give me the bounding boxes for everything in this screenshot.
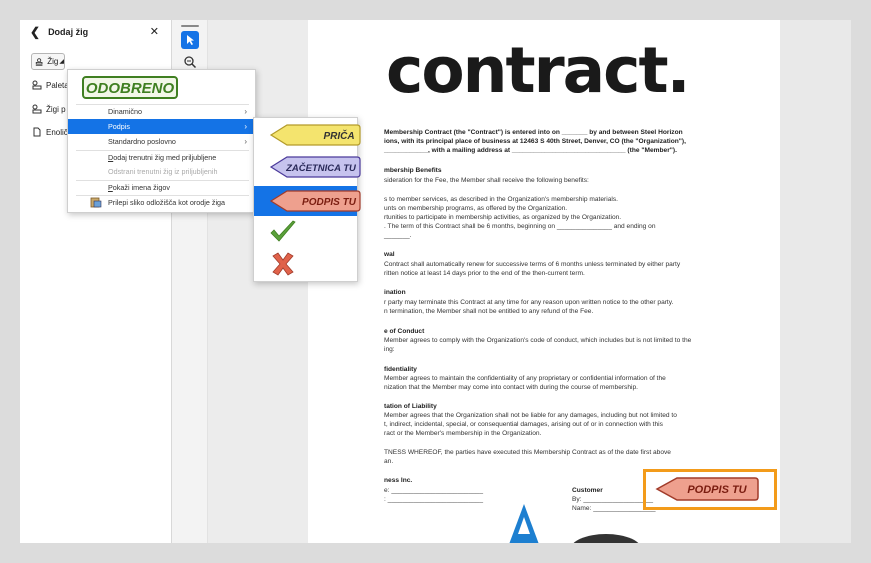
document-line: ritten notice at least 14 days prior to … [384, 270, 585, 277]
menu-item-label: Odstrani trenutni žig iz priljubljenih [108, 167, 218, 176]
clipboard-image-icon [90, 197, 102, 208]
toolbar-grip [181, 25, 199, 27]
menu-item-label: Podpis [108, 122, 130, 131]
panel-item-stamps[interactable]: Žigi p [32, 104, 66, 114]
document-line: nization that the Member may come into c… [384, 384, 638, 391]
document-line: Member agrees to comply with the Organiz… [384, 337, 692, 344]
x-mark-icon[interactable] [270, 251, 296, 277]
app-frame: ❮ Dodaj žig ✕ Žig ◢ Paleta Žigi p Enolič… [20, 20, 851, 543]
panel-item-label: Enolič [46, 127, 68, 137]
close-icon[interactable]: ✕ [150, 25, 159, 38]
menu-item-label: Dodaj trenutni žig med priljubljene [108, 153, 217, 162]
document-line: mbership Benefits [384, 167, 442, 174]
document-line: sideration for the Fee, the Member shall… [384, 177, 589, 184]
stamp-tool-button[interactable]: Žig ◢ [31, 53, 65, 70]
chevron-right-icon: › [244, 137, 247, 146]
panel-item-label: Paleta [46, 80, 69, 90]
document-line: TNESS WHEREOF, the parties have executed… [384, 449, 671, 456]
menu-item-label: Dinamično [108, 107, 142, 116]
document-line: an. [384, 458, 394, 465]
menu-item-label: Prilepi sliko odložišča kot orodje žiga [108, 198, 226, 207]
signature-submenu: PRIČA ZAČETNICA TU PODPIS TU [253, 117, 361, 282]
panel-title: Dodaj žig [48, 27, 89, 37]
select-tool-button[interactable] [181, 31, 199, 49]
menu-item-signature[interactable]: Podpis › [68, 119, 257, 134]
document-line: n termination, the Member shall not be e… [384, 308, 594, 315]
document-margin [780, 20, 851, 543]
witness-stamp[interactable]: PRIČA [269, 123, 361, 147]
witness-stamp-text: PRIČA [323, 129, 354, 142]
document-line: ____________, with a mailing address at … [384, 147, 677, 154]
document-icon [33, 127, 41, 137]
back-arrow-icon[interactable]: ❮ [30, 25, 40, 39]
palette-icon [32, 80, 42, 90]
stamps-icon [32, 104, 42, 114]
initial-here-stamp[interactable]: ZAČETNICA TU [269, 155, 361, 179]
panel-item-label: Žigi p [46, 104, 66, 114]
sign-here-stamp-text: PODPIS TU [302, 197, 357, 208]
initial-here-stamp-text: ZAČETNICA TU [285, 162, 357, 174]
document-line: : __________________________ [384, 496, 484, 503]
menu-item-show-names[interactable]: Pokaži imena žigov [68, 180, 257, 195]
menu-item-standard-business[interactable]: Standardno poslovno › [68, 134, 257, 149]
document-line: ing: [384, 346, 395, 353]
chevron-right-icon: › [244, 107, 247, 116]
stamp-menu: ODOBRENO Dinamično › Podpis › Standardno… [67, 69, 257, 213]
document-title: contract. [386, 34, 691, 107]
menu-item-paste-clipboard[interactable]: Prilepi sliko odložišča kot orodje žiga [68, 195, 257, 210]
cursor-arrow-icon [187, 35, 194, 45]
triangle-graphic [509, 504, 539, 543]
document-page: contract. Membership Contract (the "Cont… [308, 20, 780, 543]
panel-item-unique[interactable]: Enolič [32, 127, 68, 137]
menu-item-label: Pokaži imena žigov [108, 183, 170, 192]
caret-icon: ◢ [59, 59, 64, 65]
stamp-tool-label: Žig [47, 57, 59, 66]
document-line: wal [384, 251, 395, 258]
zoom-icon[interactable] [183, 55, 197, 69]
document-line: _______. [384, 232, 412, 239]
document-line: ness Inc. [384, 477, 413, 484]
highlight-box [643, 469, 777, 510]
checkmark-icon[interactable] [268, 219, 298, 245]
menu-item-add-favorite[interactable]: Dodaj trenutni žig med priljubljene [68, 150, 257, 165]
menu-item-label: Standardno poslovno [108, 137, 176, 146]
circle-graphic [573, 534, 639, 543]
document-line: . The term of this Contract shall be 6 m… [384, 223, 656, 230]
stamp-icon [35, 57, 43, 66]
approved-stamp-preview[interactable]: ODOBRENO [82, 76, 178, 99]
panel-header: ❮ Dodaj žig ✕ [20, 20, 171, 44]
menu-item-remove-favorite: Odstrani trenutni žig iz priljubljenih [68, 164, 257, 179]
panel-item-palette[interactable]: Paleta [32, 80, 69, 90]
document-line: ract or the Member's membership in the O… [384, 430, 542, 437]
menu-item-dynamic[interactable]: Dinamično › [68, 104, 257, 119]
approved-stamp-text: ODOBRENO [85, 80, 175, 97]
sign-here-stamp[interactable]: PODPIS TU [269, 189, 361, 213]
document-line: ination [384, 289, 406, 296]
chevron-right-icon: › [244, 122, 247, 131]
